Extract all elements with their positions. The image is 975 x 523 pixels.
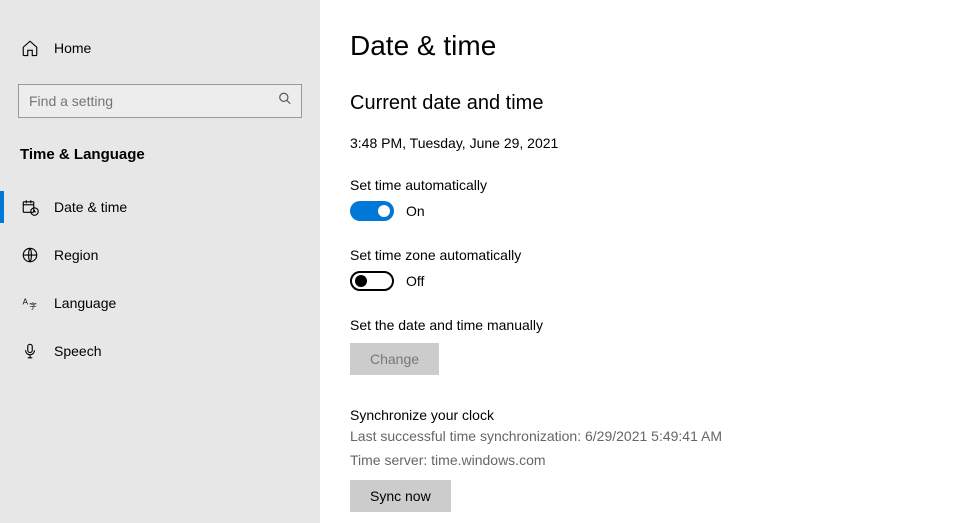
category-title: Time & Language <box>0 146 320 163</box>
current-datetime: 3:48 PM, Tuesday, June 29, 2021 <box>350 135 945 151</box>
svg-text:A: A <box>23 298 29 307</box>
change-button: Change <box>350 343 439 375</box>
search-wrap <box>0 84 320 118</box>
sync-last: Last successful time synchronization: 6/… <box>350 427 945 447</box>
nav: Date & time Region A字 Language Speech <box>0 183 320 375</box>
calendar-clock-icon <box>20 197 40 217</box>
language-icon: A字 <box>20 293 40 313</box>
main-content: Date & time Current date and time 3:48 P… <box>320 0 975 523</box>
set-time-auto-toggle[interactable] <box>350 201 394 221</box>
sync-server: Time server: time.windows.com <box>350 451 945 471</box>
globe-icon <box>20 245 40 265</box>
sidebar-item-language[interactable]: A字 Language <box>0 279 320 327</box>
home-icon <box>20 38 40 58</box>
set-time-auto-label: Set time automatically <box>350 177 945 193</box>
sync-title: Synchronize your clock <box>350 407 945 423</box>
microphone-icon <box>20 341 40 361</box>
sync-now-button[interactable]: Sync now <box>350 480 451 512</box>
sidebar-item-label: Speech <box>54 343 101 359</box>
toggle-state-text: Off <box>406 273 424 289</box>
search-input[interactable] <box>18 84 302 118</box>
sidebar: Home Time & Language Date & time Region … <box>0 0 320 523</box>
set-tz-auto-label: Set time zone automatically <box>350 247 945 263</box>
search-icon <box>278 92 292 111</box>
sidebar-item-speech[interactable]: Speech <box>0 327 320 375</box>
home-nav[interactable]: Home <box>0 30 320 66</box>
sidebar-item-date-time[interactable]: Date & time <box>0 183 320 231</box>
sidebar-item-label: Language <box>54 295 116 311</box>
set-manual-label: Set the date and time manually <box>350 317 945 333</box>
page-title: Date & time <box>350 30 945 62</box>
toggle-state-text: On <box>406 203 425 219</box>
sidebar-item-label: Region <box>54 247 98 263</box>
home-label: Home <box>54 40 91 56</box>
section-current-title: Current date and time <box>350 92 945 115</box>
sidebar-item-region[interactable]: Region <box>0 231 320 279</box>
sidebar-item-label: Date & time <box>54 199 127 215</box>
set-tz-auto-toggle[interactable] <box>350 271 394 291</box>
svg-text:字: 字 <box>29 300 37 310</box>
